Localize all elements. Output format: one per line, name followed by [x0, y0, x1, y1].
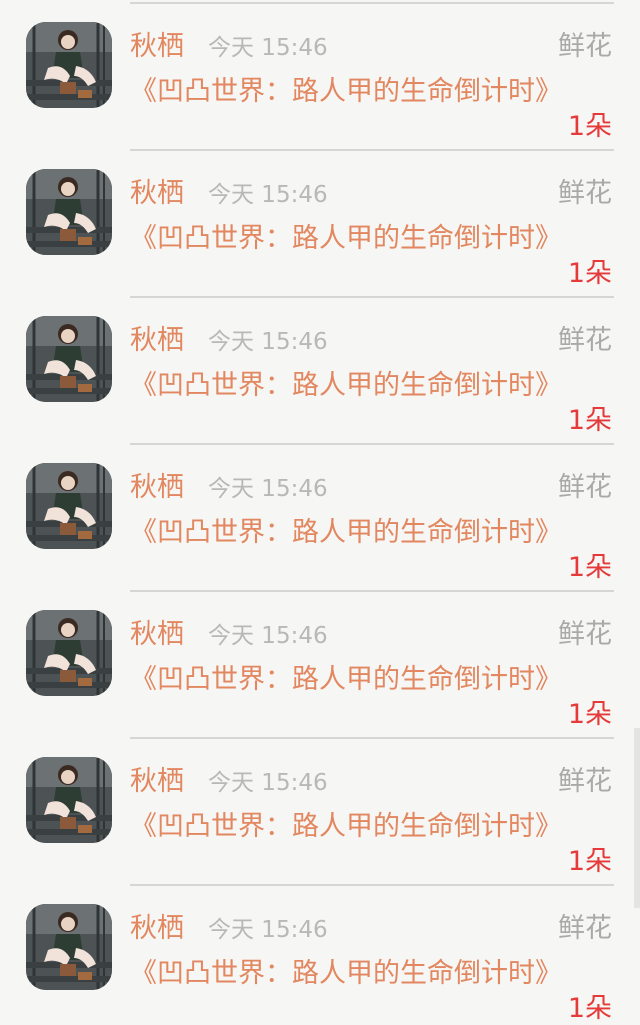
avatar-image — [26, 757, 112, 843]
sender-name[interactable]: 秋栖 — [130, 323, 184, 359]
list-item[interactable]: 秋栖 今天 15:46 鲜花 《凹凸世界：路人甲的生命倒计时》 1朵 — [0, 591, 640, 739]
list-item[interactable]: 秋栖 今天 15:46 鲜花 《凹凸世界：路人甲的生命倒计时》 1朵 — [0, 444, 640, 592]
avatar-image — [26, 316, 112, 402]
sender-name[interactable]: 秋栖 — [130, 911, 184, 947]
avatar-image — [26, 169, 112, 255]
sender-name[interactable]: 秋栖 — [130, 176, 184, 212]
gift-count: 1朵 — [567, 993, 612, 1024]
sender-name[interactable]: 秋栖 — [130, 617, 184, 653]
list-item[interactable]: 秋栖 今天 15:46 鲜花 《凹凸世界：路人甲的生命倒计时》 1朵 — [0, 738, 640, 886]
avatar-image — [26, 610, 112, 696]
list-item[interactable]: 秋栖 今天 15:46 鲜花 《凹凸世界：路人甲的生命倒计时》 1朵 — [0, 297, 640, 445]
book-title-link[interactable]: 《凹凸世界：路人甲的生命倒计时》 — [130, 808, 562, 845]
gift-count: 1朵 — [567, 111, 612, 142]
list-item[interactable]: 秋栖 今天 15:46 鲜花 《凹凸世界：路人甲的生命倒计时》 1朵 — [0, 885, 640, 1025]
avatar-image — [26, 463, 112, 549]
book-title-link[interactable]: 《凹凸世界：路人甲的生命倒计时》 — [130, 73, 562, 110]
avatar[interactable] — [26, 169, 112, 255]
gift-type-label: 鲜花 — [558, 178, 612, 209]
book-title-link[interactable]: 《凹凸世界：路人甲的生命倒计时》 — [130, 220, 562, 257]
send-time: 今天 15:46 — [208, 623, 328, 649]
send-time: 今天 15:46 — [208, 770, 328, 796]
gift-count: 1朵 — [567, 552, 612, 583]
avatar[interactable] — [26, 904, 112, 990]
avatar-image — [26, 22, 112, 108]
avatar[interactable] — [26, 22, 112, 108]
gift-type-label: 鲜花 — [558, 913, 612, 944]
sender-name[interactable]: 秋栖 — [130, 29, 184, 65]
gift-count: 1朵 — [567, 258, 612, 289]
book-title-link[interactable]: 《凹凸世界：路人甲的生命倒计时》 — [130, 955, 562, 992]
gift-count: 1朵 — [567, 405, 612, 436]
avatar[interactable] — [26, 463, 112, 549]
gift-type-label: 鲜花 — [558, 472, 612, 503]
send-time: 今天 15:46 — [208, 329, 328, 355]
list-item[interactable]: 秋栖 今天 15:46 鲜花 《凹凸世界：路人甲的生命倒计时》 1朵 — [0, 150, 640, 298]
send-time: 今天 15:46 — [208, 476, 328, 502]
book-title-link[interactable]: 《凹凸世界：路人甲的生命倒计时》 — [130, 514, 562, 551]
gift-type-label: 鲜花 — [558, 619, 612, 650]
gift-count: 1朵 — [567, 699, 612, 730]
gift-record-list[interactable]: 秋栖 今天 15:46 鲜花 《凹凸世界：路人甲的生命倒计时》 1朵 秋栖 今天… — [0, 0, 640, 1025]
send-time: 今天 15:46 — [208, 35, 328, 61]
avatar[interactable] — [26, 757, 112, 843]
avatar-image — [26, 904, 112, 990]
avatar[interactable] — [26, 610, 112, 696]
gift-count: 1朵 — [567, 846, 612, 877]
sender-name[interactable]: 秋栖 — [130, 764, 184, 800]
avatar[interactable] — [26, 316, 112, 402]
list-item[interactable]: 秋栖 今天 15:46 鲜花 《凹凸世界：路人甲的生命倒计时》 1朵 — [0, 3, 640, 151]
gift-type-label: 鲜花 — [558, 766, 612, 797]
send-time: 今天 15:46 — [208, 182, 328, 208]
send-time: 今天 15:46 — [208, 917, 328, 943]
book-title-link[interactable]: 《凹凸世界：路人甲的生命倒计时》 — [130, 367, 562, 404]
gift-type-label: 鲜花 — [558, 31, 612, 62]
sender-name[interactable]: 秋栖 — [130, 470, 184, 506]
book-title-link[interactable]: 《凹凸世界：路人甲的生命倒计时》 — [130, 661, 562, 698]
gift-type-label: 鲜花 — [558, 325, 612, 356]
